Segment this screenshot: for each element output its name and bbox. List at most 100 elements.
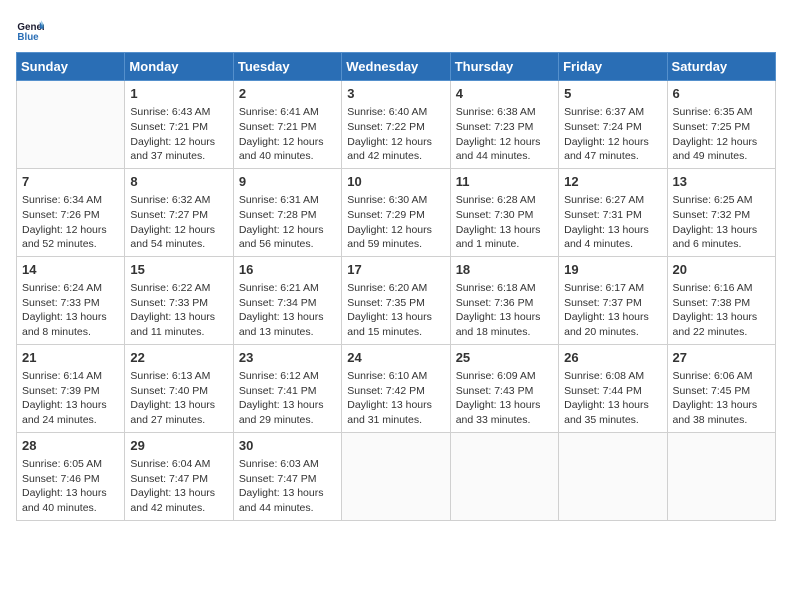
day-number: 19: [564, 261, 661, 279]
day-number: 26: [564, 349, 661, 367]
day-info: Sunrise: 6:27 AMSunset: 7:31 PMDaylight:…: [564, 193, 661, 252]
day-cell: 21Sunrise: 6:14 AMSunset: 7:39 PMDayligh…: [17, 344, 125, 432]
day-cell: 11 Sunrise: 6:28 AMSunset: 7:30 PMDayligh…: [450, 168, 558, 256]
day-number: 15: [130, 261, 227, 279]
day-number: 29: [130, 437, 227, 455]
day-info: Sunrise: 6:24 AMSunset: 7:33 PMDaylight:…: [22, 281, 119, 340]
col-header-monday: Monday: [125, 53, 233, 81]
day-cell: 5 Sunrise: 6:37 AMSunset: 7:24 PMDaylight…: [559, 81, 667, 169]
day-cell: 10Sunrise: 6:30 AMSunset: 7:29 PMDayligh…: [342, 168, 450, 256]
day-cell: 20Sunrise: 6:16 AMSunset: 7:38 PMDayligh…: [667, 256, 775, 344]
day-number: 28: [22, 437, 119, 455]
svg-text:Blue: Blue: [17, 32, 39, 43]
day-cell: 9 Sunrise: 6:31 AMSunset: 7:28 PMDaylight…: [233, 168, 341, 256]
day-cell: [450, 432, 558, 520]
day-number: 22: [130, 349, 227, 367]
day-number: 12: [564, 173, 661, 191]
col-header-thursday: Thursday: [450, 53, 558, 81]
calendar-table: SundayMondayTuesdayWednesdayThursdayFrid…: [16, 52, 776, 521]
week-row-1: 1 Sunrise: 6:43 AMSunset: 7:21 PMDaylight…: [17, 81, 776, 169]
day-number: 20: [673, 261, 770, 279]
day-cell: [342, 432, 450, 520]
day-info: Sunrise: 6:03 AMSunset: 7:47 PMDaylight:…: [239, 457, 336, 516]
day-info: Sunrise: 6:09 AMSunset: 7:43 PMDaylight:…: [456, 369, 553, 428]
day-info: Sunrise: 6:30 AMSunset: 7:29 PMDaylight:…: [347, 193, 444, 252]
day-number: 4: [456, 85, 553, 103]
day-cell: 8 Sunrise: 6:32 AMSunset: 7:27 PMDaylight…: [125, 168, 233, 256]
day-info: Sunrise: 6:13 AMSunset: 7:40 PMDaylight:…: [130, 369, 227, 428]
day-number: 6: [673, 85, 770, 103]
day-cell: [559, 432, 667, 520]
day-cell: 4 Sunrise: 6:38 AMSunset: 7:23 PMDaylight…: [450, 81, 558, 169]
day-info: Sunrise: 6:43 AMSunset: 7:21 PMDaylight:…: [130, 105, 227, 164]
day-cell: 7Sunrise: 6:34 AMSunset: 7:26 PMDaylight…: [17, 168, 125, 256]
logo-icon: General Blue: [16, 16, 44, 44]
day-info: Sunrise: 6:18 AMSunset: 7:36 PMDaylight:…: [456, 281, 553, 340]
day-info: Sunrise: 6:37 AMSunset: 7:24 PMDaylight:…: [564, 105, 661, 164]
day-cell: 22 Sunrise: 6:13 AMSunset: 7:40 PMDayligh…: [125, 344, 233, 432]
week-row-4: 21Sunrise: 6:14 AMSunset: 7:39 PMDayligh…: [17, 344, 776, 432]
day-number: 8: [130, 173, 227, 191]
day-info: Sunrise: 6:12 AMSunset: 7:41 PMDaylight:…: [239, 369, 336, 428]
day-info: Sunrise: 6:32 AMSunset: 7:27 PMDaylight:…: [130, 193, 227, 252]
header: General Blue: [16, 16, 776, 44]
day-number: 13: [673, 173, 770, 191]
day-info: Sunrise: 6:20 AMSunset: 7:35 PMDaylight:…: [347, 281, 444, 340]
day-info: Sunrise: 6:04 AMSunset: 7:47 PMDaylight:…: [130, 457, 227, 516]
day-info: Sunrise: 6:10 AMSunset: 7:42 PMDaylight:…: [347, 369, 444, 428]
day-cell: 24 Sunrise: 6:10 AMSunset: 7:42 PMDayligh…: [342, 344, 450, 432]
day-info: Sunrise: 6:41 AMSunset: 7:21 PMDaylight:…: [239, 105, 336, 164]
day-number: 24: [347, 349, 444, 367]
day-cell: 6 Sunrise: 6:35 AMSunset: 7:25 PMDaylight…: [667, 81, 775, 169]
day-info: Sunrise: 6:21 AMSunset: 7:34 PMDaylight:…: [239, 281, 336, 340]
day-cell: 27 Sunrise: 6:06 AMSunset: 7:45 PMDayligh…: [667, 344, 775, 432]
col-header-saturday: Saturday: [667, 53, 775, 81]
col-header-wednesday: Wednesday: [342, 53, 450, 81]
day-info: Sunrise: 6:28 AMSunset: 7:30 PMDaylight:…: [456, 193, 553, 252]
week-row-2: 7Sunrise: 6:34 AMSunset: 7:26 PMDaylight…: [17, 168, 776, 256]
day-number: 16: [239, 261, 336, 279]
day-cell: [667, 432, 775, 520]
day-cell: 30Sunrise: 6:03 AMSunset: 7:47 PMDayligh…: [233, 432, 341, 520]
day-cell: 1 Sunrise: 6:43 AMSunset: 7:21 PMDaylight…: [125, 81, 233, 169]
day-cell: 14 Sunrise: 6:24 AMSunset: 7:33 PMDayligh…: [17, 256, 125, 344]
day-number: 25: [456, 349, 553, 367]
day-number: 11: [456, 173, 553, 191]
day-number: 1: [130, 85, 227, 103]
day-cell: 26Sunrise: 6:08 AMSunset: 7:44 PMDayligh…: [559, 344, 667, 432]
day-cell: 13 Sunrise: 6:25 AMSunset: 7:32 PMDayligh…: [667, 168, 775, 256]
day-info: Sunrise: 6:14 AMSunset: 7:39 PMDaylight:…: [22, 369, 119, 428]
day-number: 7: [22, 173, 119, 191]
col-header-tuesday: Tuesday: [233, 53, 341, 81]
day-info: Sunrise: 6:31 AMSunset: 7:28 PMDaylight:…: [239, 193, 336, 252]
day-number: 9: [239, 173, 336, 191]
day-number: 5: [564, 85, 661, 103]
day-cell: 12 Sunrise: 6:27 AMSunset: 7:31 PMDayligh…: [559, 168, 667, 256]
day-number: 2: [239, 85, 336, 103]
logo: General Blue: [16, 16, 48, 44]
day-info: Sunrise: 6:05 AMSunset: 7:46 PMDaylight:…: [22, 457, 119, 516]
day-cell: 29 Sunrise: 6:04 AMSunset: 7:47 PMDayligh…: [125, 432, 233, 520]
week-row-3: 14 Sunrise: 6:24 AMSunset: 7:33 PMDayligh…: [17, 256, 776, 344]
day-cell: 15 Sunrise: 6:22 AMSunset: 7:33 PMDayligh…: [125, 256, 233, 344]
day-cell: 18 Sunrise: 6:18 AMSunset: 7:36 PMDayligh…: [450, 256, 558, 344]
day-number: 18: [456, 261, 553, 279]
day-info: Sunrise: 6:35 AMSunset: 7:25 PMDaylight:…: [673, 105, 770, 164]
day-info: Sunrise: 6:25 AMSunset: 7:32 PMDaylight:…: [673, 193, 770, 252]
day-cell: 23Sunrise: 6:12 AMSunset: 7:41 PMDayligh…: [233, 344, 341, 432]
day-info: Sunrise: 6:22 AMSunset: 7:33 PMDaylight:…: [130, 281, 227, 340]
day-info: Sunrise: 6:38 AMSunset: 7:23 PMDaylight:…: [456, 105, 553, 164]
day-cell: 16 Sunrise: 6:21 AMSunset: 7:34 PMDayligh…: [233, 256, 341, 344]
day-number: 27: [673, 349, 770, 367]
day-info: Sunrise: 6:06 AMSunset: 7:45 PMDaylight:…: [673, 369, 770, 428]
day-cell: 3Sunrise: 6:40 AMSunset: 7:22 PMDaylight…: [342, 81, 450, 169]
day-cell: [17, 81, 125, 169]
week-row-5: 28 Sunrise: 6:05 AMSunset: 7:46 PMDayligh…: [17, 432, 776, 520]
day-number: 17: [347, 261, 444, 279]
day-number: 14: [22, 261, 119, 279]
day-number: 3: [347, 85, 444, 103]
day-cell: 19 Sunrise: 6:17 AMSunset: 7:37 PMDayligh…: [559, 256, 667, 344]
day-cell: 28 Sunrise: 6:05 AMSunset: 7:46 PMDayligh…: [17, 432, 125, 520]
day-info: Sunrise: 6:17 AMSunset: 7:37 PMDaylight:…: [564, 281, 661, 340]
day-cell: 17 Sunrise: 6:20 AMSunset: 7:35 PMDayligh…: [342, 256, 450, 344]
